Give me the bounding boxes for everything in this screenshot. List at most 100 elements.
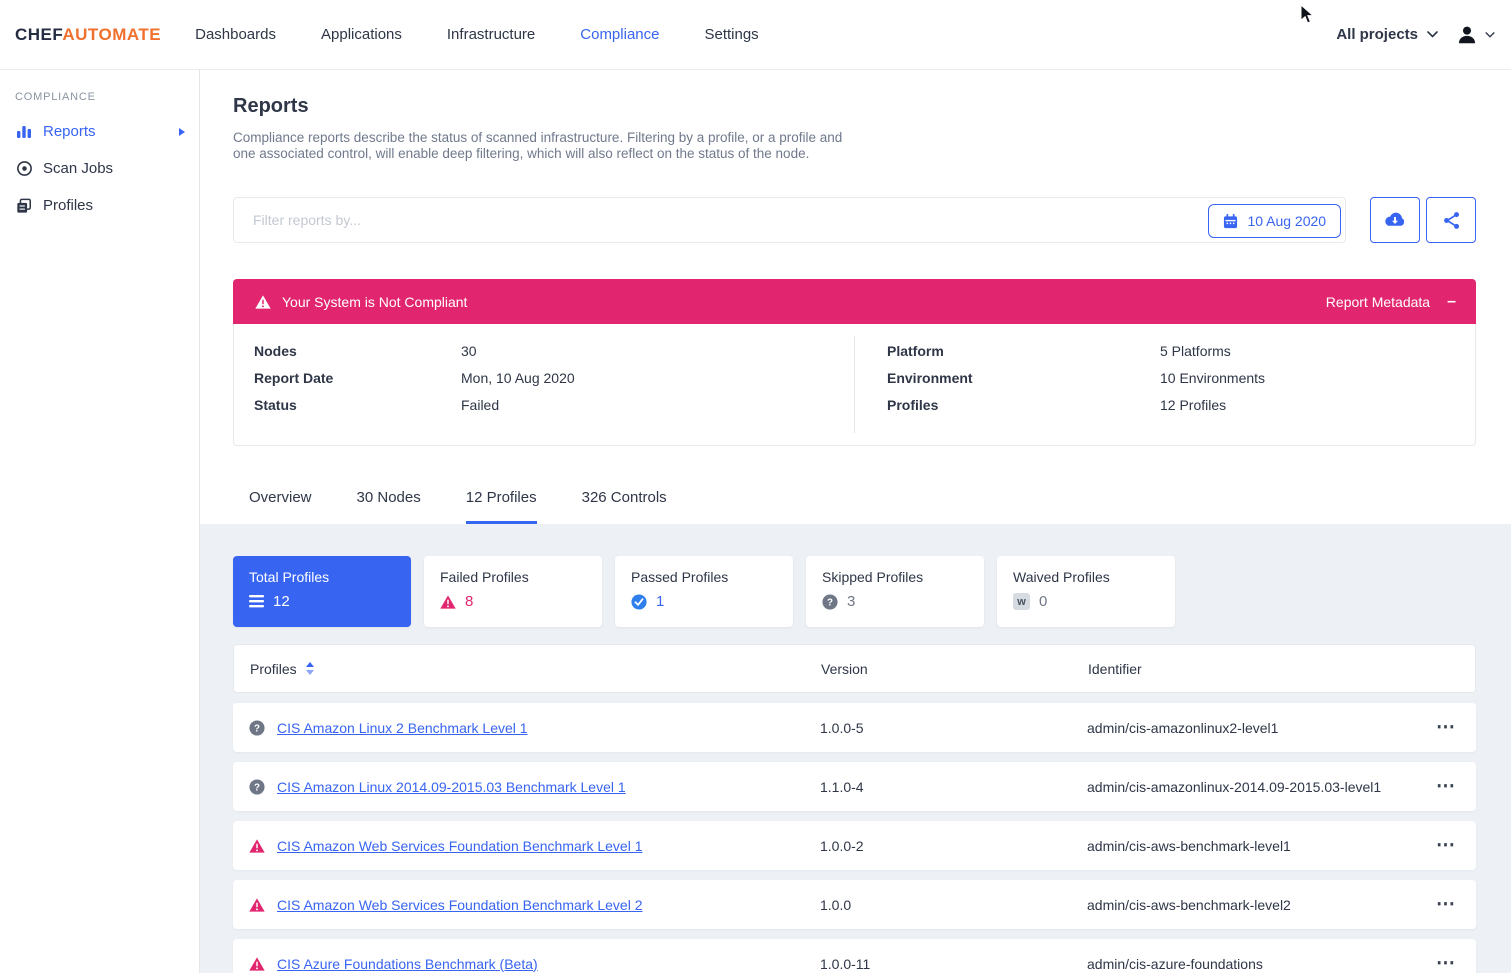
card-waived-profiles[interactable]: Waived Profiles w 0 xyxy=(997,556,1175,627)
card-title: Skipped Profiles xyxy=(822,569,968,585)
profile-link[interactable]: CIS Amazon Web Services Foundation Bench… xyxy=(277,838,820,854)
nav-applications[interactable]: Applications xyxy=(321,26,402,43)
card-title: Failed Profiles xyxy=(440,569,586,585)
row-menu-button[interactable]: ⋯ xyxy=(1428,777,1464,796)
card-failed-profiles[interactable]: Failed Profiles 8 xyxy=(424,556,602,627)
card-total-profiles[interactable]: Total Profiles 12 xyxy=(233,556,411,627)
svg-text:?: ? xyxy=(254,782,260,793)
tab-overview[interactable]: Overview xyxy=(249,489,312,524)
profile-identifier: admin/cis-aws-benchmark-level2 xyxy=(1087,897,1428,913)
nav-settings[interactable]: Settings xyxy=(704,26,758,43)
card-count-value: 0 xyxy=(1039,593,1047,610)
profile-version: 1.1.0-4 xyxy=(820,779,1087,795)
profiles-stack-icon xyxy=(15,198,33,214)
profile-identifier: admin/cis-aws-benchmark-level1 xyxy=(1087,838,1428,854)
card-count-value: 8 xyxy=(465,593,473,610)
share-icon xyxy=(1442,211,1461,230)
svg-text:?: ? xyxy=(827,597,833,608)
nav-infrastructure[interactable]: Infrastructure xyxy=(447,26,535,43)
sort-toggle-icon[interactable] xyxy=(306,662,314,675)
download-cloud-icon xyxy=(1383,211,1407,229)
profile-version: 1.0.0-2 xyxy=(820,838,1087,854)
card-title: Waived Profiles xyxy=(1013,569,1159,585)
card-count-value: 12 xyxy=(273,593,290,610)
tab-nodes[interactable]: 30 Nodes xyxy=(357,489,421,524)
banner-message: Your System is Not Compliant xyxy=(282,294,467,310)
row-menu-button[interactable]: ⋯ xyxy=(1428,718,1464,737)
sidebar-item-profiles[interactable]: Profiles xyxy=(0,187,199,224)
table-row: ? CIS Amazon Linux 2 Benchmark Level 1 1… xyxy=(233,703,1476,752)
page-description: Compliance reports describe the status o… xyxy=(233,130,851,162)
tab-controls[interactable]: 326 Controls xyxy=(582,489,667,524)
warning-icon xyxy=(255,295,271,309)
card-title: Passed Profiles xyxy=(631,569,777,585)
column-identifier: Identifier xyxy=(1088,661,1427,677)
row-menu-button[interactable]: ⋯ xyxy=(1428,954,1464,973)
date-picker-label: 10 Aug 2020 xyxy=(1247,213,1326,229)
projects-filter-dropdown[interactable]: All projects xyxy=(1336,26,1438,43)
filter-reports-input[interactable] xyxy=(234,198,1345,242)
metadata-value: Failed xyxy=(461,397,499,413)
metadata-value: 5 Platforms xyxy=(1160,343,1231,359)
profile-link[interactable]: CIS Amazon Web Services Foundation Bench… xyxy=(277,897,820,913)
profiles-table-header: Profiles Version Identifier xyxy=(233,644,1476,693)
report-metadata-toggle[interactable]: Report Metadata xyxy=(1326,294,1430,310)
card-skipped-profiles[interactable]: Skipped Profiles ? 3 xyxy=(806,556,984,627)
card-passed-profiles[interactable]: Passed Profiles 1 xyxy=(615,556,793,627)
bar-chart-icon xyxy=(15,124,33,140)
metadata-value: 30 xyxy=(461,343,477,359)
card-count-value: 3 xyxy=(847,593,855,610)
expand-arrow-icon[interactable] xyxy=(179,128,185,136)
metadata-label: Report Date xyxy=(254,370,461,386)
filter-box: 10 Aug 2020 xyxy=(233,197,1346,243)
sidebar-item-label: Profiles xyxy=(43,197,93,214)
metadata-value: 12 Profiles xyxy=(1160,397,1226,413)
nav-right-controls: All projects xyxy=(1336,24,1495,46)
tab-profiles[interactable]: 12 Profiles xyxy=(466,489,537,524)
chevron-down-icon xyxy=(1427,31,1438,38)
column-version: Version xyxy=(821,661,1088,677)
user-menu[interactable] xyxy=(1456,24,1495,46)
profile-identifier: admin/cis-amazonlinux2-level1 xyxy=(1087,720,1428,736)
date-picker-button[interactable]: 10 Aug 2020 xyxy=(1208,204,1341,238)
card-title: Total Profiles xyxy=(249,569,395,585)
chef-automate-logo[interactable]: CHEFAUTOMATE xyxy=(15,25,161,45)
metadata-divider xyxy=(854,336,855,433)
profile-link[interactable]: CIS Amazon Linux 2014.09-2015.03 Benchma… xyxy=(277,779,820,795)
collapse-icon[interactable]: – xyxy=(1447,294,1456,310)
table-row: CIS Amazon Web Services Foundation Bench… xyxy=(233,880,1476,929)
row-menu-button[interactable]: ⋯ xyxy=(1428,836,1464,855)
sidebar-item-label: Reports xyxy=(43,123,96,140)
warning-triangle-icon xyxy=(249,957,277,971)
warning-triangle-icon xyxy=(249,898,277,912)
compliance-sidebar: COMPLIANCE Reports Scan Jobs Profiles xyxy=(0,70,200,973)
profile-version: 1.0.0-5 xyxy=(820,720,1087,736)
download-report-button[interactable] xyxy=(1370,197,1420,243)
profile-link[interactable]: CIS Amazon Linux 2 Benchmark Level 1 xyxy=(277,720,820,736)
report-metadata-panel: Nodes30 Report DateMon, 10 Aug 2020 Stat… xyxy=(233,324,1476,446)
sidebar-item-scan-jobs[interactable]: Scan Jobs xyxy=(0,150,199,187)
question-circle-icon: ? xyxy=(249,779,277,795)
metadata-label: Environment xyxy=(887,370,1160,386)
row-menu-button[interactable]: ⋯ xyxy=(1428,895,1464,914)
warning-triangle-icon xyxy=(440,595,456,609)
nav-compliance[interactable]: Compliance xyxy=(580,26,659,43)
chevron-down-icon xyxy=(1485,32,1495,38)
svg-text:?: ? xyxy=(254,723,260,734)
metadata-value: 10 Environments xyxy=(1160,370,1265,386)
question-circle-icon: ? xyxy=(249,720,277,736)
column-profiles: Profiles xyxy=(250,661,297,677)
profile-link[interactable]: CIS Azure Foundations Benchmark (Beta) xyxy=(277,956,820,972)
logo-chef-text: CHEF xyxy=(15,25,62,44)
table-row: CIS Azure Foundations Benchmark (Beta) 1… xyxy=(233,939,1476,973)
scan-target-icon xyxy=(15,160,33,177)
nav-dashboards[interactable]: Dashboards xyxy=(195,26,276,43)
list-icon xyxy=(249,595,264,608)
metadata-label: Status xyxy=(254,397,461,413)
metadata-value: Mon, 10 Aug 2020 xyxy=(461,370,575,386)
metadata-label: Platform xyxy=(887,343,1160,359)
table-row: CIS Amazon Web Services Foundation Bench… xyxy=(233,821,1476,870)
share-report-button[interactable] xyxy=(1426,197,1476,243)
sidebar-item-reports[interactable]: Reports xyxy=(0,113,199,150)
waived-badge-icon: w xyxy=(1013,593,1030,610)
